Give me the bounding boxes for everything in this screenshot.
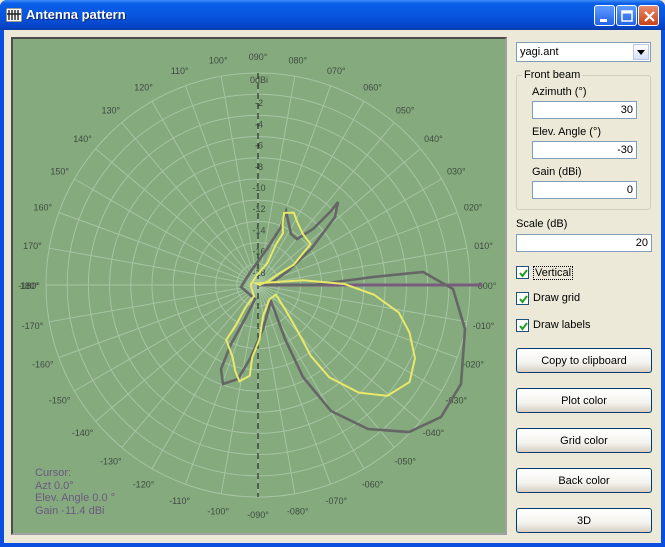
ring-label: -14 — [252, 225, 265, 235]
draw-grid-checkbox[interactable] — [516, 292, 529, 305]
copy-to-clipboard-button[interactable]: Copy to clipboard — [516, 348, 652, 373]
minimize-icon — [600, 19, 607, 22]
ring-label: -8 — [255, 162, 263, 172]
front-beam-title: Front beam — [522, 69, 583, 81]
angle-label: -180° — [18, 281, 40, 291]
plot-color-button[interactable]: Plot color — [516, 388, 652, 413]
vertical-checkbox[interactable] — [516, 266, 529, 279]
title-bar[interactable]: Antenna pattern — [0, 0, 665, 30]
scale-input[interactable]: 20 — [516, 234, 652, 252]
angle-label: -160° — [32, 359, 54, 369]
draw-grid-label[interactable]: Draw grid — [533, 292, 580, 304]
close-icon — [644, 11, 655, 22]
chevron-down-icon — [637, 50, 645, 55]
window-title: Antenna pattern — [26, 7, 126, 22]
checkmark-icon — [519, 269, 528, 278]
back-color-button[interactable]: Back color — [516, 468, 652, 493]
polar-plot[interactable]: 000° 010° 020° 030° 040° 050° 060° 070° 080° 090°… — [11, 37, 507, 535]
app-window: Antenna pattern 000° 010° 020° 030° 040° 050°… — [0, 0, 665, 547]
angle-label: -120° — [133, 479, 155, 489]
ring-label: -2 — [255, 98, 263, 108]
cursor-readout: Cursor: Azt 0.0° Elev. Angle 0.0 ° Gain … — [35, 467, 115, 517]
antenna-file-value: yagi.ant — [520, 46, 559, 58]
cursor-elevation: Elev. Angle 0.0 ° — [35, 492, 116, 505]
ring-label: -6 — [255, 141, 263, 151]
angle-label: -170° — [22, 321, 44, 331]
angle-label: -100° — [207, 507, 229, 517]
checkmark-icon — [519, 322, 528, 331]
angle-label: 150° — [50, 167, 69, 177]
front-beam-group: Front beam Azimuth (°) 30 Elev. Angle (°… — [516, 69, 651, 210]
angle-label: 070° — [327, 66, 346, 76]
angle-label: 080° — [288, 55, 307, 65]
angle-label: 050° — [396, 106, 415, 116]
angle-label: 010° — [474, 241, 493, 251]
maximize-button[interactable] — [616, 5, 637, 26]
angle-label: 170° — [23, 241, 42, 251]
cursor-azimuth: Azt 0.0° — [35, 479, 74, 492]
ring-label: 0dBi — [250, 75, 268, 85]
angle-label: -080° — [287, 507, 309, 517]
antenna-file-select[interactable]: yagi.ant — [516, 42, 651, 62]
polar-plot-canvas[interactable]: 000°010°020°030°040°050°060°070°080°090°… — [13, 39, 505, 533]
draw-labels-checkbox[interactable] — [516, 319, 529, 332]
vertical-label[interactable]: Vertical — [533, 266, 574, 280]
angle-label: 060° — [363, 83, 382, 93]
ring-label: -4 — [255, 119, 263, 129]
gain-label: Gain (dBi) — [532, 166, 582, 178]
minimize-button[interactable] — [594, 5, 615, 26]
antenna-app-icon — [6, 8, 22, 22]
angle-label: -130° — [100, 456, 122, 466]
window-client: 000° 010° 020° 030° 040° 050° 060° 070° 080° 090°… — [4, 30, 661, 543]
maximize-icon — [621, 10, 633, 22]
angle-label: -150° — [49, 396, 71, 406]
azimuth-input[interactable]: 30 — [532, 101, 637, 119]
grid-color-button[interactable]: Grid color — [516, 428, 652, 453]
angle-label: -110° — [169, 496, 190, 506]
cursor-gain: Gain -11.4 dBi — [35, 504, 105, 517]
angle-label: -040° — [423, 428, 445, 438]
angle-label: 020° — [464, 203, 483, 213]
ring-label: -10 — [252, 183, 265, 193]
angle-label: 030° — [447, 167, 466, 177]
angle-label: 120° — [134, 83, 153, 93]
angle-label: -010° — [473, 321, 495, 331]
elevation-label: Elev. Angle (°) — [532, 126, 602, 138]
azimuth-label: Azimuth (°) — [532, 86, 587, 98]
dropdown-button[interactable] — [633, 44, 649, 60]
angle-label: 140° — [73, 134, 92, 144]
angle-label: 130° — [101, 106, 120, 116]
angle-label: -060° — [362, 479, 384, 489]
gain-input[interactable]: 0 — [532, 181, 637, 199]
elevation-input[interactable]: -30 — [532, 141, 637, 159]
angle-label: -140° — [72, 428, 94, 438]
cursor-title: Cursor: — [35, 467, 72, 479]
angle-label: -020° — [462, 359, 484, 369]
angle-label: 090° — [249, 52, 268, 62]
close-button[interactable] — [638, 5, 659, 26]
angle-label: -070° — [326, 496, 348, 506]
draw-labels-label[interactable]: Draw labels — [533, 319, 590, 331]
checkmark-icon — [519, 295, 528, 304]
ring-label: -12 — [252, 204, 265, 214]
angle-label: 160° — [33, 203, 52, 213]
angle-label: -090° — [247, 510, 269, 520]
angle-label: 040° — [424, 134, 443, 144]
angle-label: 100° — [209, 55, 228, 65]
3d-button[interactable]: 3D — [516, 508, 652, 533]
angle-label: -050° — [394, 456, 416, 466]
angle-label: 110° — [171, 66, 189, 76]
scale-label: Scale (dB) — [516, 218, 568, 230]
